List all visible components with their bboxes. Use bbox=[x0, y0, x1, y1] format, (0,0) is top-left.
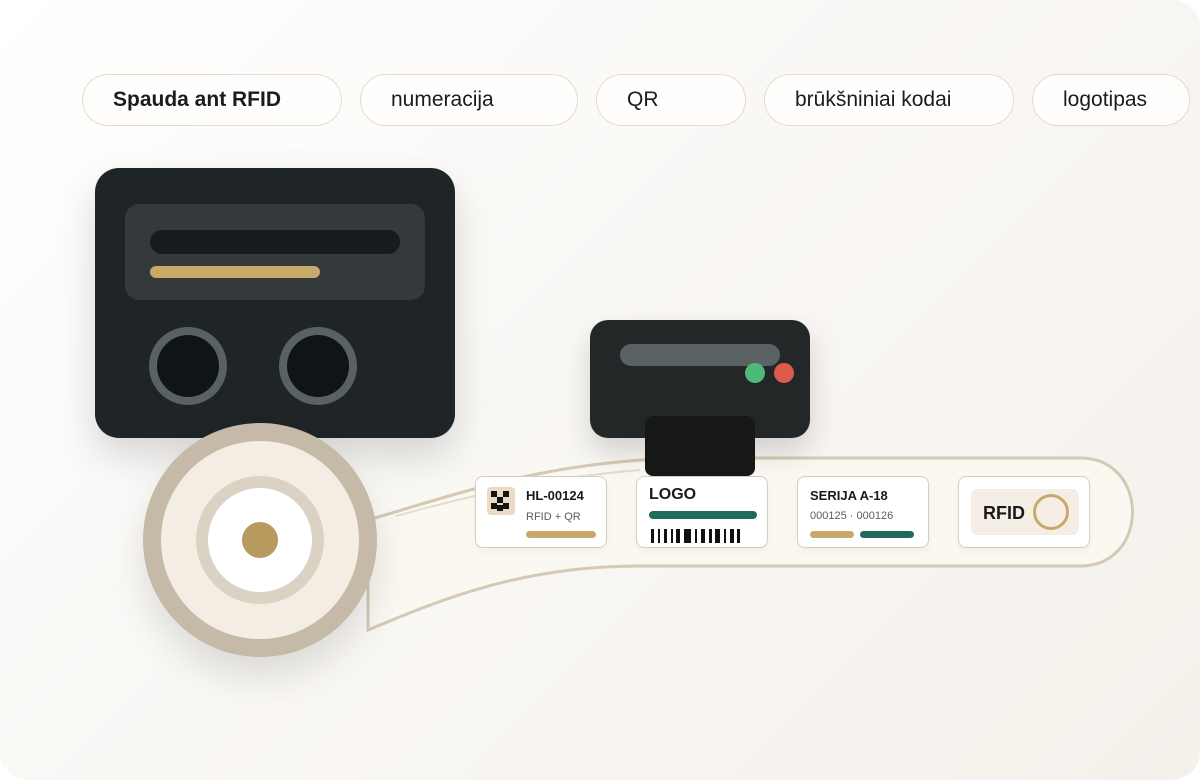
label-code: HL-00124 bbox=[526, 488, 584, 503]
rfid-text: RFID bbox=[983, 503, 1025, 523]
label-gold-bar bbox=[526, 531, 596, 538]
label-gold-bar bbox=[810, 531, 854, 538]
label-serial: SERIJA A-18 000125 · 000126 bbox=[797, 476, 929, 548]
status-led-red bbox=[774, 363, 794, 383]
label-logo: LOGO bbox=[636, 476, 768, 548]
label-qr: HL-00124 RFID + QR bbox=[475, 476, 607, 548]
status-led-green bbox=[745, 363, 765, 383]
rfid-ring-icon bbox=[1033, 494, 1069, 530]
logo-text: LOGO bbox=[649, 486, 697, 503]
label-teal-bar bbox=[860, 531, 914, 538]
illustration-canvas: Spauda ant RFID numeracija QR brūkšninia… bbox=[0, 0, 1200, 780]
serial-title: SERIJA A-18 bbox=[810, 488, 888, 503]
printer-head bbox=[645, 416, 755, 476]
qr-code-icon bbox=[487, 487, 515, 515]
label-rfid: RFID bbox=[958, 476, 1090, 548]
rfid-panel: RFID bbox=[971, 489, 1079, 535]
serial-range: 000125 · 000126 bbox=[810, 510, 894, 522]
roll-core bbox=[242, 522, 278, 558]
label-subtitle: RFID + QR bbox=[526, 511, 581, 523]
label-teal-bar bbox=[649, 511, 757, 519]
